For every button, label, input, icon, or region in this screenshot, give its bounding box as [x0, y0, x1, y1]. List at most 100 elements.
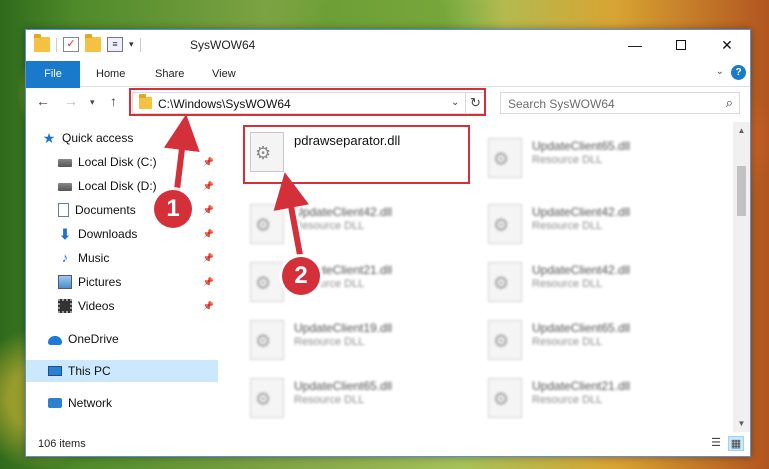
- nav-pictures[interactable]: Pictures 📌: [58, 271, 218, 293]
- network-icon: [48, 398, 62, 408]
- file-name: UpdateClient21.dll: [532, 379, 631, 393]
- nav-item-label: Pictures: [78, 275, 122, 289]
- search-input[interactable]: Search SysWOW64 ⌕: [500, 92, 740, 114]
- this-pc-icon: [48, 366, 62, 376]
- navigation-pane: ★ Quick access Local Disk (C:) 📌 Local D…: [26, 122, 218, 432]
- file-type: Resource DLL: [532, 278, 603, 290]
- file-type: Resource DLL: [532, 394, 603, 406]
- nav-item-label: Downloads: [78, 227, 138, 241]
- close-button[interactable]: ✕: [704, 30, 750, 60]
- nav-item-label: OneDrive: [68, 332, 119, 346]
- videos-icon: [58, 299, 72, 313]
- forward-arrow-icon[interactable]: →: [64, 93, 78, 109]
- large-icons-view-icon[interactable]: ▦: [728, 436, 744, 451]
- file-type: Resource DLL: [294, 220, 365, 232]
- nav-local-disk-c[interactable]: Local Disk (C:) 📌: [58, 151, 218, 173]
- nav-item-label: Network: [68, 396, 113, 410]
- file-item[interactable]: UpdateClient42.dll Resource DLL: [484, 200, 714, 248]
- nav-onedrive[interactable]: OneDrive: [48, 328, 218, 350]
- nav-item-label: Videos: [78, 299, 115, 313]
- file-item[interactable]: UpdateClient65.dll Resource DLL: [484, 134, 714, 182]
- file-item[interactable]: UpdateClient42.dll Resource DLL: [246, 200, 476, 248]
- close-icon: ✕: [721, 36, 733, 53]
- search-placeholder: Search SysWOW64: [508, 97, 615, 111]
- file-item[interactable]: UpdateClient21.dll Resource DLL: [246, 258, 476, 306]
- search-icon: ⌕: [725, 95, 733, 110]
- customize-icon[interactable]: ≡: [107, 37, 123, 52]
- expand-ribbon-icon[interactable]: ⌄: [716, 66, 724, 77]
- tab-share[interactable]: Share: [143, 61, 196, 87]
- details-view-icon[interactable]: ☰: [708, 436, 724, 451]
- pin-icon: 📌: [202, 276, 214, 287]
- nav-item-label: Local Disk (C:): [78, 155, 157, 169]
- dll-file-icon: [250, 320, 284, 360]
- nav-item-label: Local Disk (D:): [78, 179, 157, 193]
- star-icon: ★: [42, 130, 56, 146]
- help-icon[interactable]: ?: [731, 65, 746, 80]
- nav-network[interactable]: Network: [48, 392, 218, 414]
- dll-file-icon: [488, 138, 522, 178]
- file-item[interactable]: UpdateClient19.dll Resource DLL: [246, 316, 476, 364]
- back-arrow-icon[interactable]: ←: [36, 93, 50, 109]
- toolbar-divider: [139, 37, 141, 52]
- new-folder-icon[interactable]: [85, 34, 101, 52]
- drive-icon: [58, 159, 72, 167]
- title-bar: ✓ ≡ ▾ SysWOW64 — ✕: [26, 30, 750, 61]
- file-name: UpdateClient42.dll: [532, 205, 631, 219]
- pin-icon: 📌: [202, 252, 214, 263]
- nav-item-label: Documents: [75, 203, 136, 217]
- document-icon: [58, 203, 69, 217]
- up-arrow-icon[interactable]: ↑: [110, 93, 117, 109]
- chevron-down-icon[interactable]: ▾: [129, 39, 134, 50]
- nav-this-pc[interactable]: This PC: [26, 360, 218, 382]
- drive-icon: [58, 183, 72, 191]
- file-type: Resource DLL: [532, 154, 603, 166]
- callout-badge-1: 1: [154, 190, 192, 228]
- pin-icon: 📌: [202, 204, 214, 215]
- vertical-scrollbar[interactable]: ▲ ▼: [733, 122, 750, 432]
- callout-badge-2: 2: [282, 257, 320, 295]
- file-item[interactable]: UpdateClient65.dll Resource DLL: [246, 374, 476, 422]
- nav-music[interactable]: ♪ Music 📌: [58, 247, 218, 269]
- nav-local-disk-d[interactable]: Local Disk (D:) 📌: [58, 175, 218, 197]
- dll-file-icon: [250, 204, 284, 244]
- file-name: UpdateClient65.dll: [294, 379, 393, 393]
- pin-icon: 📌: [202, 180, 214, 191]
- minimize-icon: —: [628, 37, 642, 53]
- recent-locations-chevron-icon[interactable]: ▾: [90, 97, 95, 108]
- window-title: SysWOW64: [190, 38, 256, 52]
- tab-view[interactable]: View: [200, 61, 248, 87]
- properties-check-icon[interactable]: ✓: [63, 37, 79, 52]
- nav-videos[interactable]: Videos 📌: [58, 295, 218, 317]
- file-name: UpdateClient42.dll: [294, 205, 393, 219]
- file-name: UpdateClient19.dll: [294, 321, 393, 335]
- minimize-button[interactable]: —: [612, 30, 658, 60]
- toolbar-divider: [56, 37, 57, 52]
- scroll-thumb[interactable]: [737, 166, 746, 216]
- file-highlight: [243, 125, 470, 184]
- file-item[interactable]: UpdateClient42.dll Resource DLL: [484, 258, 714, 306]
- view-switcher: ☰ ▦: [708, 436, 744, 451]
- maximize-button[interactable]: [658, 30, 704, 60]
- tab-home[interactable]: Home: [84, 61, 137, 87]
- pin-icon: 📌: [202, 300, 214, 311]
- scroll-down-icon[interactable]: ▼: [733, 415, 750, 432]
- folder-icon: [34, 34, 50, 52]
- scroll-up-icon[interactable]: ▲: [733, 122, 750, 139]
- file-item[interactable]: UpdateClient21.dll Resource DLL: [484, 374, 714, 422]
- nav-item-label: This PC: [68, 364, 111, 378]
- nav-quick-access[interactable]: ★ Quick access: [42, 127, 234, 149]
- file-type: Resource DLL: [294, 336, 365, 348]
- nav-downloads[interactable]: ⬇ Downloads 📌: [58, 223, 218, 245]
- dll-file-icon: [488, 378, 522, 418]
- file-item[interactable]: UpdateClient65.dll Resource DLL: [484, 316, 714, 364]
- file-type: Resource DLL: [294, 394, 365, 406]
- maximize-icon: [676, 40, 686, 50]
- pin-icon: 📌: [202, 156, 214, 167]
- dll-file-icon: [488, 320, 522, 360]
- file-name: UpdateClient42.dll: [532, 263, 631, 277]
- nav-documents[interactable]: Documents 📌: [58, 199, 218, 221]
- dll-file-icon: [250, 262, 284, 302]
- dll-file-icon: [488, 204, 522, 244]
- nav-item-label: Quick access: [62, 131, 134, 145]
